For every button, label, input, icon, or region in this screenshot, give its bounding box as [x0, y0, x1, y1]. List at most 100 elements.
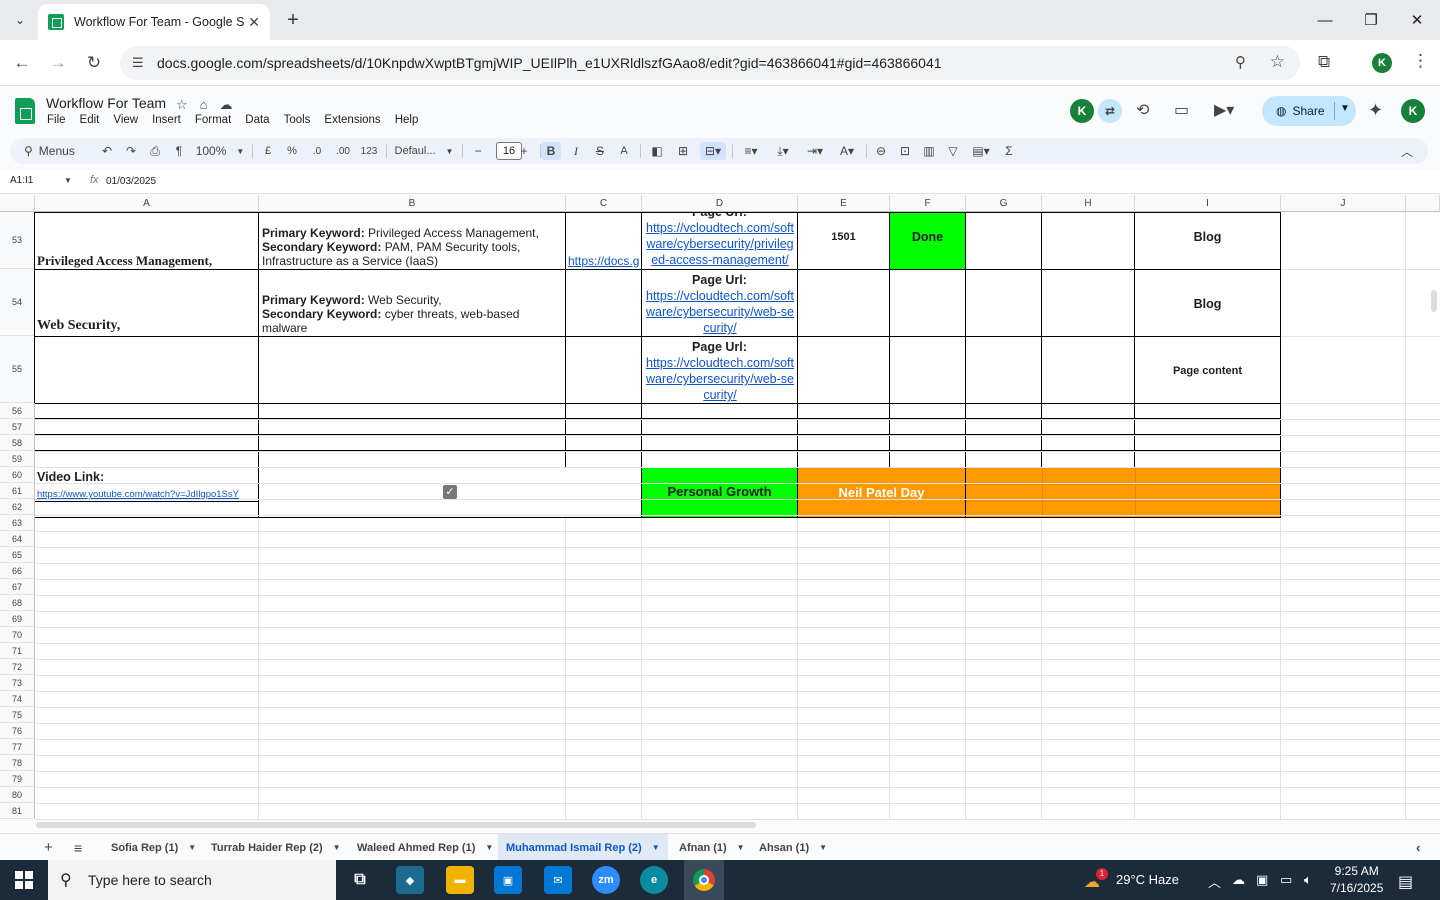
onedrive-icon[interactable]: ☁ — [1232, 872, 1245, 888]
meet-icon[interactable]: ▶▾ — [1214, 100, 1234, 120]
cell-d53[interactable]: Page Url: https://vcloudtech.com/softwar… — [641, 212, 798, 270]
row-header-58[interactable]: 58 — [0, 435, 35, 451]
tray-chevron-icon[interactable]: ︿ — [1208, 872, 1221, 891]
cell-b55[interactable] — [258, 336, 566, 404]
close-tab-icon[interactable]: ✕ — [248, 14, 260, 31]
column-header-e[interactable]: E — [798, 195, 890, 212]
system-clock[interactable]: 9:25 AM 7/16/2025 — [1330, 863, 1383, 897]
personal-growth-cell[interactable]: Personal Growth — [641, 467, 798, 518]
currency-format[interactable]: £ — [260, 142, 276, 160]
row-header-72[interactable]: 72 — [0, 659, 35, 675]
site-info-icon[interactable]: ☰ — [132, 55, 144, 71]
menu-data[interactable]: Data — [238, 114, 276, 126]
cell-g54[interactable] — [965, 269, 1042, 337]
browser-menu-icon[interactable]: ⋮ — [1412, 51, 1429, 71]
text-rotation-icon[interactable]: A▾ — [834, 142, 860, 160]
move-folder-icon[interactable]: ⌂ — [200, 97, 208, 113]
collapse-sidebar-icon[interactable]: ‹ — [1408, 834, 1428, 861]
cell-a53[interactable]: Privileged Access Management, — [34, 212, 259, 270]
cell-c54[interactable] — [565, 269, 642, 337]
insert-chart-icon[interactable]: ▥ — [920, 142, 938, 160]
borders-icon[interactable]: ⊞ — [674, 142, 692, 160]
name-box-dropdown-icon[interactable]: ▼ — [64, 176, 72, 185]
strikethrough-button[interactable]: S — [592, 142, 608, 160]
cell-c53[interactable]: https://docs.g — [565, 212, 642, 270]
cell-d53-link[interactable]: https://vcloudtech.com/software/cybersec… — [644, 220, 796, 268]
row-header-63[interactable]: 63 — [0, 515, 35, 531]
omnibox[interactable]: ☰ docs.google.com/spreadsheets/d/10Knpdw… — [120, 46, 1300, 80]
redo-icon[interactable]: ↷ — [122, 142, 140, 160]
cell-f53-status[interactable]: Done — [889, 212, 966, 270]
edge-icon[interactable]: e — [640, 866, 668, 894]
font-select[interactable]: Defaul... ▼ — [394, 142, 454, 160]
cell-b54[interactable]: Primary Keyword: Web Security, Secondary… — [258, 269, 566, 337]
paint-format-icon[interactable]: ¶ — [170, 142, 188, 160]
row-header-81[interactable]: 81 — [0, 803, 35, 819]
row-header-76[interactable]: 76 — [0, 723, 35, 739]
number-format[interactable]: 123 — [358, 142, 380, 160]
sheet-tab-ahsan[interactable]: Ahsan (1) ▼ — [751, 834, 835, 861]
column-header-a[interactable]: A — [35, 195, 259, 212]
row-header-78[interactable]: 78 — [0, 755, 35, 771]
user-avatar[interactable]: K — [1401, 99, 1425, 123]
undo-icon[interactable]: ↶ — [98, 142, 116, 160]
add-sheet-icon[interactable]: + — [36, 834, 61, 861]
row-header-73[interactable]: 73 — [0, 675, 35, 691]
zoom-app-icon[interactable]: zm — [592, 866, 620, 894]
row-header-71[interactable]: 71 — [0, 643, 35, 659]
reload-icon[interactable]: ↻ — [82, 51, 106, 75]
all-sheets-icon[interactable]: ≡ — [66, 834, 90, 861]
row-header-56[interactable]: 56 — [0, 403, 35, 419]
tab-search-icon[interactable]: ⌄ — [8, 8, 32, 32]
row-header-69[interactable]: 69 — [0, 611, 35, 627]
sheet-tab-afnan[interactable]: Afnan (1) ▼ — [671, 834, 753, 861]
fill-color-icon[interactable]: ◧ — [648, 142, 666, 160]
percent-format[interactable]: % — [284, 142, 300, 160]
print-icon[interactable]: ⎙ — [146, 142, 164, 160]
row-header-57[interactable]: 57 — [0, 419, 35, 435]
back-icon[interactable]: ← — [10, 51, 34, 75]
cell-h54[interactable] — [1041, 269, 1135, 337]
cloud-saved-icon[interactable]: ☁ — [220, 97, 233, 113]
row-header-68[interactable]: 68 — [0, 595, 35, 611]
filter-icon[interactable]: ▽ — [944, 142, 962, 160]
sheet-tab-turrab[interactable]: Turrab Haider Rep (2) ▼ — [203, 834, 349, 861]
volume-icon[interactable]: 🔈︎ — [1304, 872, 1312, 888]
weather-text[interactable]: 29°C Haze — [1116, 872, 1179, 887]
collapse-toolbar-icon[interactable]: ︿ — [1398, 142, 1416, 160]
cell-e55[interactable] — [797, 336, 890, 404]
checkbox-cell[interactable]: ✓ — [258, 467, 642, 518]
insert-link-icon[interactable]: ⊖ — [872, 142, 890, 160]
zoom-select[interactable]: 100% ▼ — [196, 142, 245, 160]
spreadsheet-grid[interactable]: A B C D E F G H I J 53 54 55 Privileged … — [0, 195, 1440, 820]
cell-c53-link[interactable]: https://docs.g — [568, 254, 639, 268]
formula-input[interactable]: 01/03/2025 — [106, 176, 156, 187]
row-header-64[interactable]: 64 — [0, 531, 35, 547]
minimize-icon[interactable]: — — [1302, 0, 1348, 40]
horizontal-scrollbar[interactable] — [36, 822, 756, 828]
row-header-80[interactable]: 80 — [0, 787, 35, 803]
vertical-align-icon[interactable]: ⤓▾ — [770, 142, 796, 160]
increase-decimal[interactable]: .00 — [332, 142, 354, 160]
font-size-decrease-icon[interactable]: − — [470, 142, 486, 160]
row-header-55[interactable]: 55 — [0, 336, 35, 403]
checked-checkbox-icon[interactable]: ✓ — [443, 485, 457, 499]
zoom-search-icon[interactable]: ⚲ — [1235, 53, 1246, 71]
bookmark-star-icon[interactable]: ☆ — [1270, 52, 1285, 72]
document-title[interactable]: Workflow For Team — [46, 95, 166, 111]
sheet-tab-sofia[interactable]: Sofia Rep (1) ▼ — [103, 834, 204, 861]
cell-c55[interactable] — [565, 336, 642, 404]
cell-f54[interactable] — [889, 269, 966, 337]
row-header-54[interactable]: 54 — [0, 269, 35, 336]
cell-i53[interactable]: Blog — [1134, 212, 1281, 270]
url-text[interactable]: docs.google.com/spreadsheets/d/10KnpdwXw… — [157, 55, 942, 71]
cell-b53[interactable]: Primary Keyword: Privileged Access Manag… — [258, 212, 566, 270]
taskbar-search[interactable]: ⚲ Type here to search — [48, 860, 336, 900]
comments-icon[interactable]: ▭ — [1174, 100, 1189, 120]
cell-a55[interactable] — [34, 336, 259, 404]
task-view-icon[interactable]: ⧉ — [346, 866, 374, 894]
filter-views-icon[interactable]: ▤▾ — [968, 142, 994, 160]
cell-d55-link[interactable]: https://vcloudtech.com/software/cybersec… — [644, 355, 796, 403]
cell-g53[interactable] — [965, 212, 1042, 270]
app-icon[interactable]: ◆ — [396, 866, 424, 894]
